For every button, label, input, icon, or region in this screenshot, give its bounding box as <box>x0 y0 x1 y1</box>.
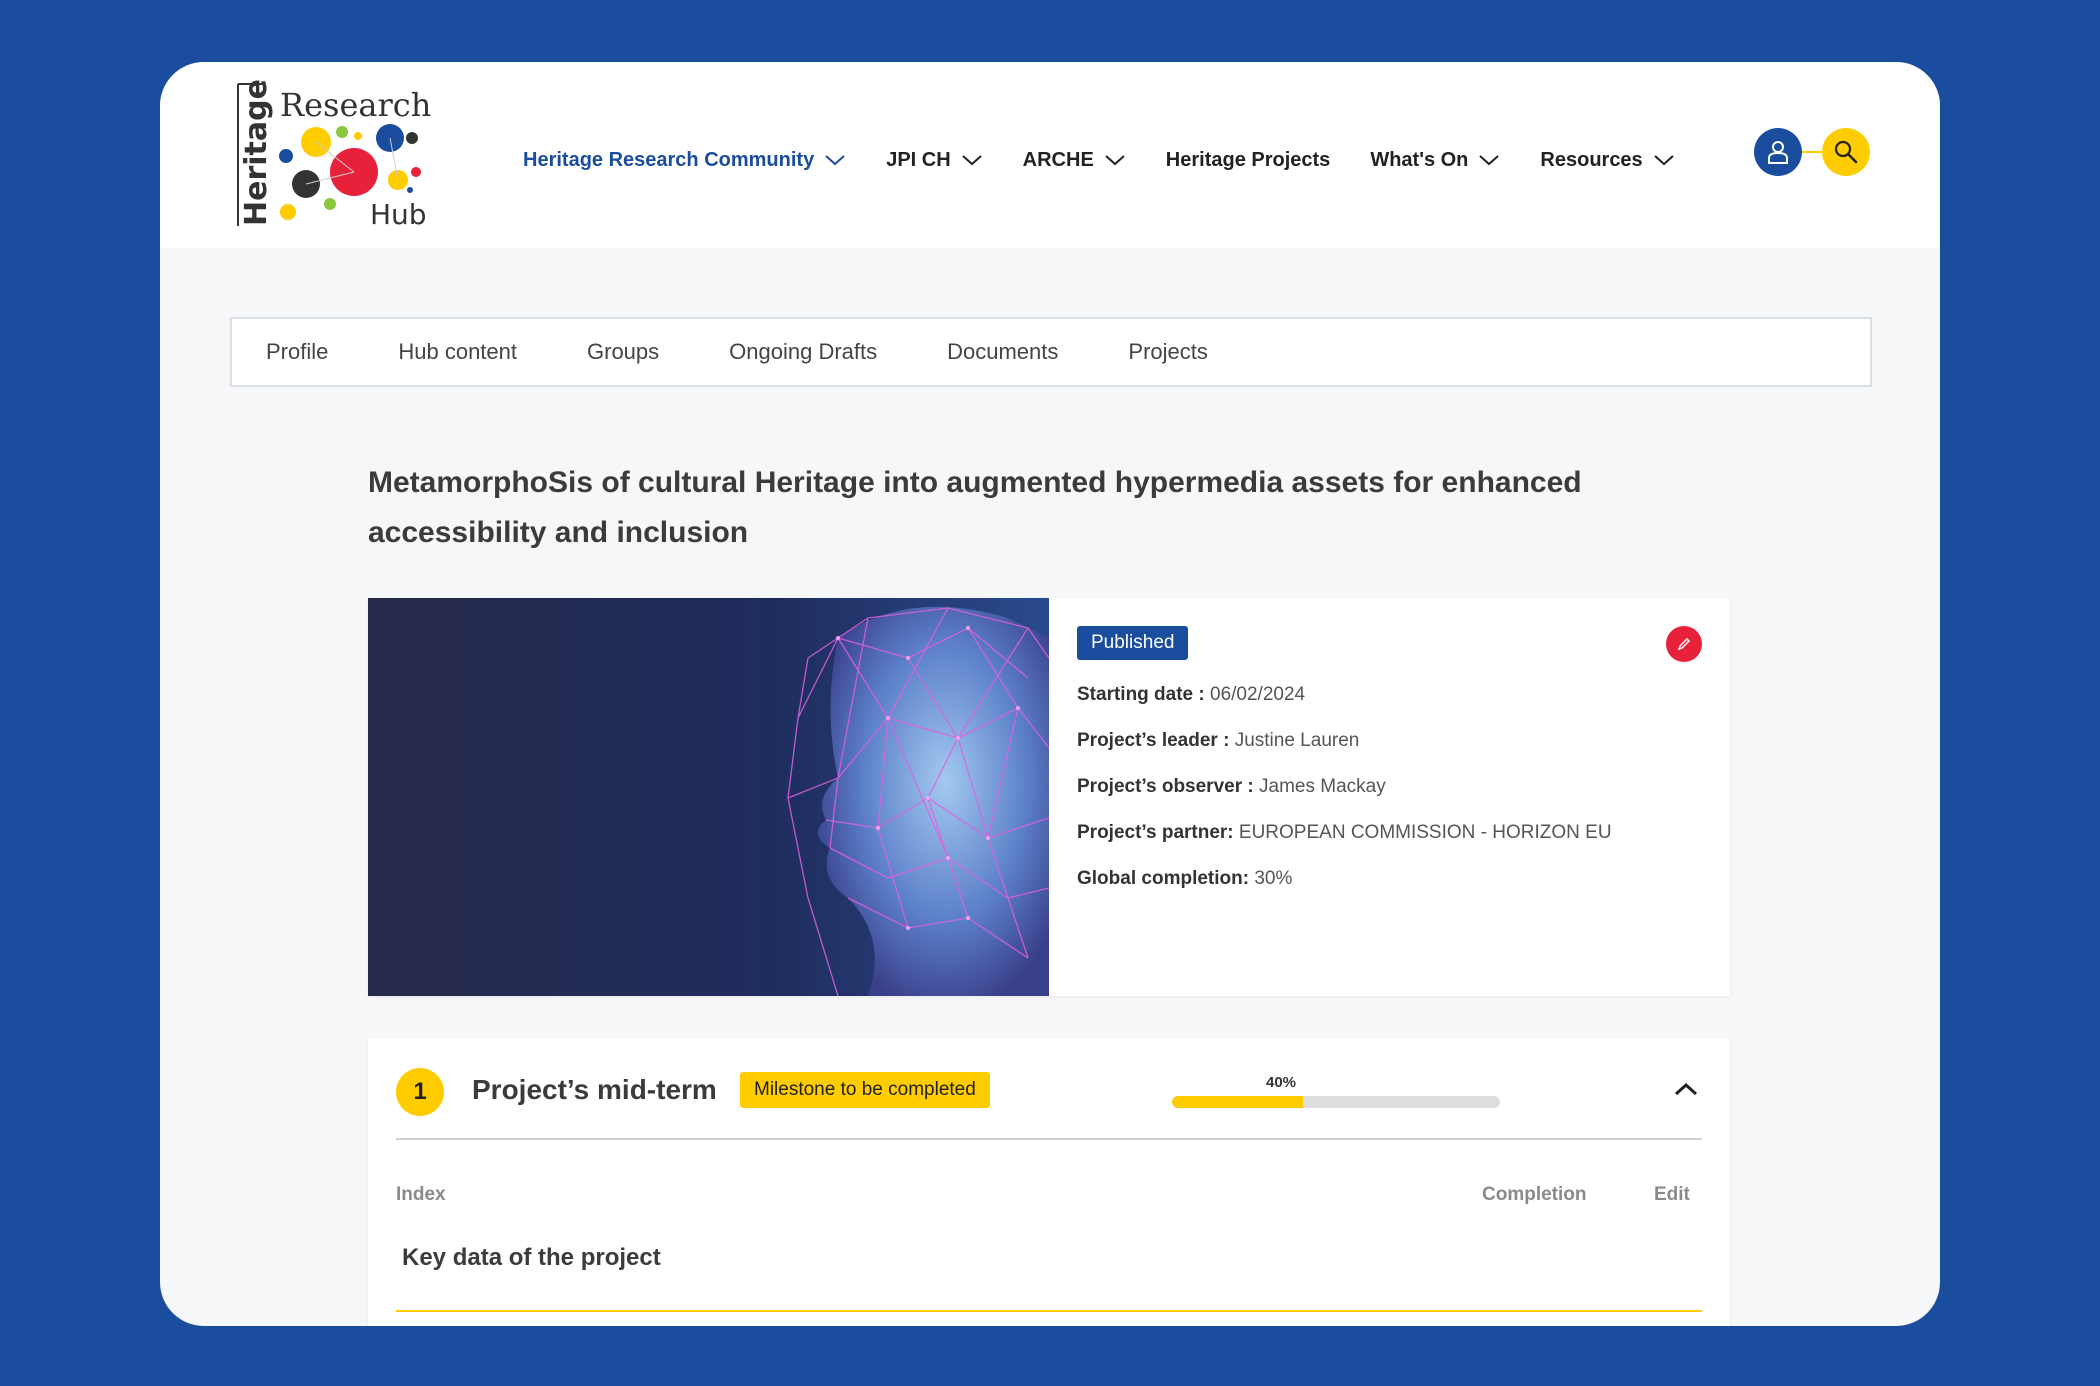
chevron-down-icon <box>1479 155 1500 166</box>
milestone-title: Project’s mid-term <box>472 1074 717 1105</box>
field-value: EUROPEAN COMMISSION - HORIZON EU <box>1233 822 1612 843</box>
logo-word-heritage: Heritage <box>239 80 274 226</box>
nav-label: JPI CH <box>886 148 951 171</box>
user-account-button[interactable] <box>1754 128 1802 176</box>
nav-whats-on[interactable]: What's On <box>1370 149 1500 172</box>
field-label: Starting date : <box>1077 684 1205 705</box>
progress-bar <box>1172 1096 1500 1108</box>
app-frame: Research Heritage Hub Heritage Research … <box>160 62 1940 1326</box>
project-title: MetamorphoSis of cultural Heritage into … <box>368 466 1582 549</box>
tab-profile[interactable]: Profile <box>266 339 328 365</box>
chevron-down-icon <box>825 155 845 166</box>
index-row-title[interactable]: Key data of the project <box>402 1244 661 1272</box>
search-icon <box>1834 140 1858 164</box>
field-value: James Mackay <box>1253 776 1386 797</box>
profile-tabs: Profile Hub content Groups Ongoing Draft… <box>230 317 1872 387</box>
nav-label: Heritage Projects <box>1165 148 1331 171</box>
project-image <box>368 598 1049 996</box>
nav-heritage-projects[interactable]: Heritage Projects <box>1166 149 1331 172</box>
tab-groups[interactable]: Groups <box>587 339 659 365</box>
logo-word-hub: Hub <box>370 198 427 230</box>
nav-label: ARCHE <box>1022 148 1094 171</box>
global-completion-row: Global completion: 30% <box>1077 868 1702 890</box>
edit-project-button[interactable] <box>1666 626 1702 662</box>
nav-heritage-research-community[interactable]: Heritage Research Community <box>523 149 846 172</box>
field-label: Project’s leader : <box>1077 730 1230 751</box>
field-label: Project’s partner: <box>1077 822 1234 843</box>
column-header-edit: Edit <box>1654 1184 1690 1205</box>
project-observer-row: Project’s observer : James Mackay <box>1077 776 1702 798</box>
field-value: 30% <box>1249 868 1293 889</box>
field-value: Justine Lauren <box>1229 730 1360 751</box>
starting-date-row: Starting date : 06/02/2024 <box>1077 684 1702 706</box>
field-value: 06/02/2024 <box>1204 684 1306 705</box>
chevron-up-icon <box>1674 1082 1698 1096</box>
project-card: Published Starting date : 06/02/2024 Pro… <box>368 598 1730 996</box>
search-button[interactable] <box>1822 128 1870 176</box>
pencil-icon <box>1677 637 1691 651</box>
chevron-down-icon <box>1105 155 1125 166</box>
status-badge: Published <box>1077 626 1189 660</box>
nav-label: Resources <box>1540 148 1643 171</box>
field-label: Project’s observer : <box>1077 776 1254 797</box>
milestone-status-badge: Milestone to be completed <box>740 1072 990 1108</box>
project-info: Published Starting date : 06/02/2024 Pro… <box>1049 598 1730 996</box>
field-label: Global completion: <box>1077 868 1250 889</box>
tab-projects[interactable]: Projects <box>1128 339 1207 365</box>
chevron-down-icon <box>1654 155 1674 166</box>
column-header-completion: Completion <box>1482 1184 1587 1205</box>
tab-ongoing-drafts[interactable]: Ongoing Drafts <box>729 339 877 365</box>
project-partner-row: Project’s partner: EUROPEAN COMMISSION -… <box>1077 822 1702 844</box>
heritage-research-hub-logo[interactable]: Research Heritage Hub <box>234 80 434 230</box>
tab-documents[interactable]: Documents <box>947 339 1058 365</box>
progress-fill <box>1172 1096 1304 1108</box>
logo-word-research: Research <box>280 86 431 124</box>
column-header-index: Index <box>396 1184 446 1205</box>
tab-hub-content[interactable]: Hub content <box>398 339 517 365</box>
main-nav: Heritage Research Community JPI CH ARCHE… <box>523 140 1715 180</box>
progress-label: 40% <box>1266 1074 1297 1091</box>
index-row-underline <box>396 1310 1702 1312</box>
milestone-panel: 1 Project’s mid-term Milestone to be com… <box>368 1038 1730 1326</box>
project-leader-row: Project’s leader : Justine Lauren <box>1077 730 1702 752</box>
nav-jpi-ch[interactable]: JPI CH <box>886 149 982 172</box>
milestone-divider <box>396 1138 1702 1140</box>
collapse-button[interactable] <box>1668 1074 1704 1104</box>
milestone-number: 1 <box>396 1068 444 1116</box>
nav-label: Heritage Research Community <box>523 148 815 171</box>
chevron-down-icon <box>962 155 982 166</box>
nav-resources[interactable]: Resources <box>1540 149 1674 172</box>
site-header: Research Heritage Hub Heritage Research … <box>160 62 1940 248</box>
header-button-connector <box>1800 151 1824 153</box>
nav-label: What's On <box>1370 148 1469 171</box>
nav-arche[interactable]: ARCHE <box>1023 149 1126 172</box>
user-icon <box>1768 141 1788 164</box>
